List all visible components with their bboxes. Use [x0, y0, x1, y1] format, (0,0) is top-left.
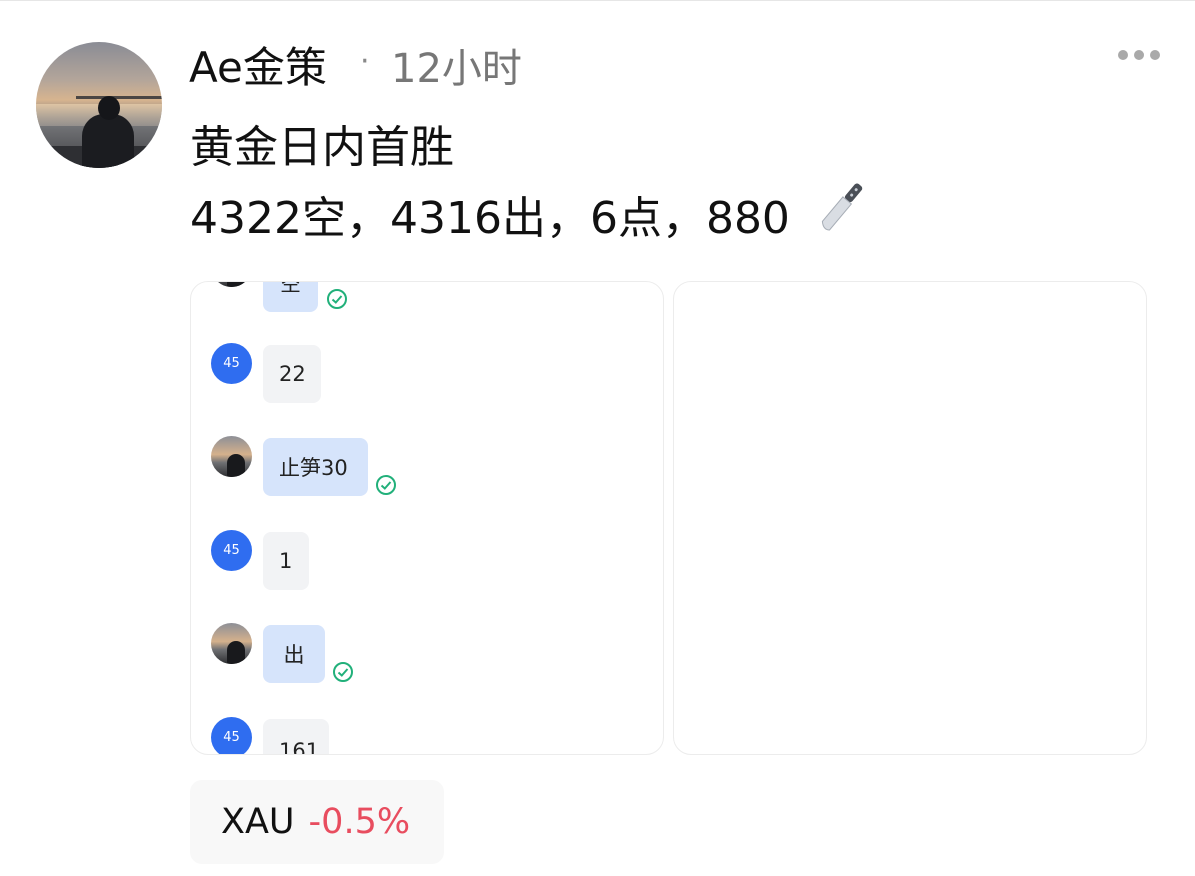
chat-bubble: 止笋30: [263, 438, 368, 496]
self-avatar: [211, 282, 252, 287]
top-divider: [0, 0, 1195, 1]
user-45-avatar: 45: [211, 530, 252, 571]
chat-bubble: 空: [263, 282, 318, 312]
chat-bubble: 1: [263, 532, 309, 590]
chat-message-other: 45 1: [191, 530, 663, 610]
chat-message-self: 出: [191, 623, 663, 703]
chat-screenshot-card[interactable]: 空 45 22 止笋30 45 1 出 45 161: [190, 281, 664, 755]
check-circle-icon: [333, 662, 353, 682]
chat-message-other: 45 22: [191, 343, 663, 423]
xau-ticker-chip[interactable]: XAU -0.5%: [190, 780, 444, 864]
chat-message-self: 止笋30: [191, 436, 663, 516]
self-avatar: [211, 436, 252, 477]
self-avatar: [211, 623, 252, 664]
chat-bubble: 出: [263, 625, 325, 683]
post-time: 12小时: [391, 46, 522, 92]
check-circle-icon: [376, 475, 396, 495]
chat-bubble: 161: [263, 719, 329, 754]
user-45-avatar: 45: [211, 343, 252, 384]
more-options-icon[interactable]: [1118, 50, 1166, 64]
user-45-avatar: 45: [211, 717, 252, 754]
ticker-symbol: XAU: [221, 802, 295, 842]
ticker-change: -0.5%: [308, 802, 411, 842]
chat-bubble: 22: [263, 345, 321, 403]
image-placeholder-card[interactable]: [673, 281, 1147, 755]
author-name[interactable]: Ae金策: [189, 34, 327, 95]
author-avatar[interactable]: [36, 42, 162, 168]
check-circle-icon: [327, 289, 347, 309]
chat-message-other: 45 161: [191, 717, 663, 754]
chat-message-self: 空: [191, 282, 663, 332]
meta-separator: ·: [360, 44, 370, 79]
kitchen-knife-icon: [821, 183, 863, 231]
post-text-line-1: 黄金日内首胜: [190, 122, 454, 173]
post-text-line-2: 4322空，4316出，6点，880: [190, 193, 790, 244]
